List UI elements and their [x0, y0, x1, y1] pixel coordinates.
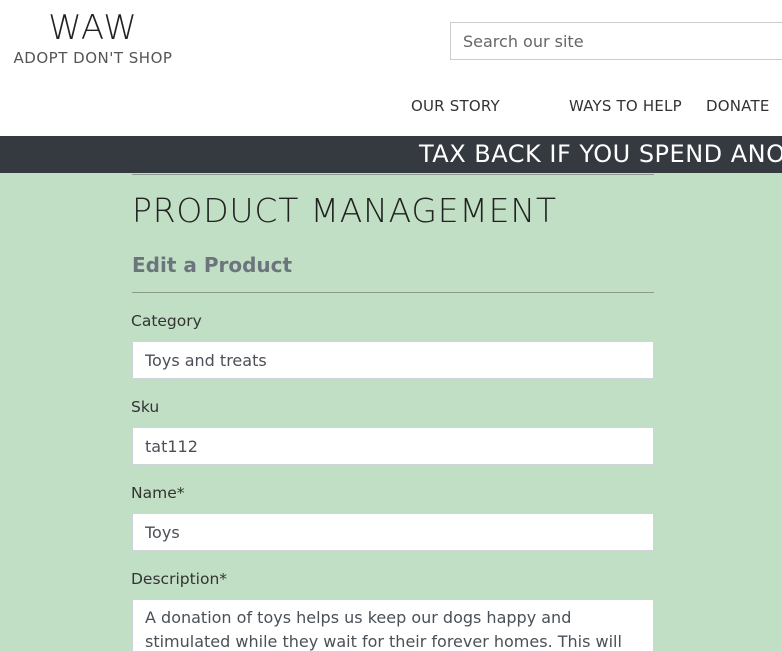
- name-field[interactable]: [132, 513, 654, 551]
- page-subtitle: Edit a Product: [132, 253, 293, 277]
- page-title: PRODUCT MANAGEMENT: [132, 191, 557, 230]
- nav-donate[interactable]: DONATE: [706, 97, 770, 115]
- main-content: PRODUCT MANAGEMENT Edit a Product Catego…: [0, 173, 782, 651]
- nav-ways-to-help[interactable]: WAYS TO HELP: [569, 97, 682, 115]
- promo-banner: TAX BACK IF YOU SPEND ANOT: [0, 136, 782, 173]
- category-label: Category: [131, 312, 202, 330]
- banner-text: TAX BACK IF YOU SPEND ANOT: [419, 140, 782, 168]
- nav-our-story[interactable]: OUR STORY: [411, 97, 500, 115]
- description-label: Description*: [131, 570, 228, 588]
- logo-tagline: ADOPT DON'T SHOP: [13, 49, 173, 67]
- category-field[interactable]: [132, 341, 654, 379]
- sku-field[interactable]: [132, 427, 654, 465]
- search-input[interactable]: [450, 22, 782, 60]
- name-label: Name*: [131, 484, 185, 502]
- sku-label: Sku: [131, 398, 160, 416]
- main-nav: OUR STORY WAYS TO HELP DONATE: [0, 97, 782, 119]
- description-field[interactable]: A donation of toys helps us keep our dog…: [132, 599, 654, 651]
- logo-title[interactable]: WAW: [11, 8, 175, 48]
- divider: [132, 174, 654, 175]
- site-logo[interactable]: WAW ADOPT DON'T SHOP: [11, 8, 175, 68]
- divider: [132, 292, 654, 293]
- site-header: WAW ADOPT DON'T SHOP OUR STORY WAYS TO H…: [0, 0, 782, 136]
